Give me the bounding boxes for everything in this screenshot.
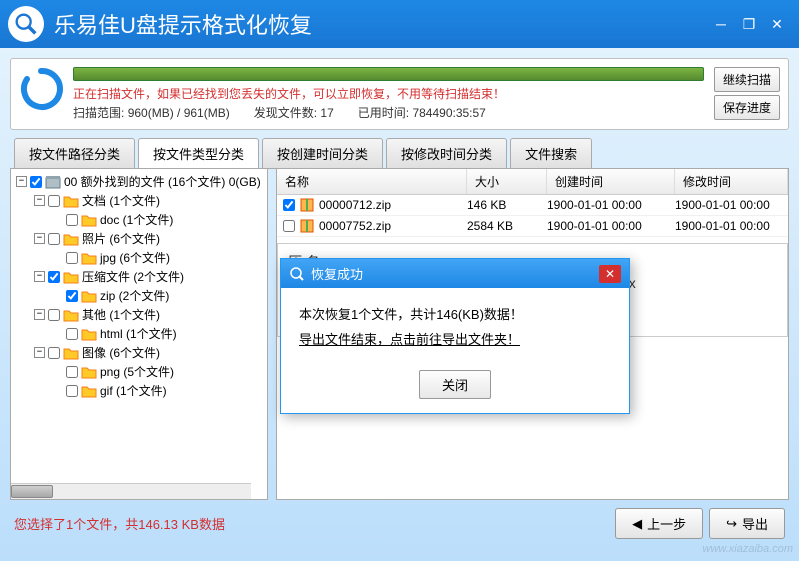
file-size: 146 KB: [467, 198, 547, 212]
tree-node[interactable]: − 图像 (6个文件): [14, 343, 264, 362]
dialog-close-button[interactable]: ✕: [599, 265, 621, 283]
file-name: 00007752.zip: [319, 219, 391, 233]
file-name: 00000712.zip: [319, 198, 391, 212]
tree-label: html (1个文件): [100, 325, 177, 342]
col-size[interactable]: 大小: [467, 169, 547, 194]
tree-label: doc (1个文件): [100, 211, 173, 228]
scan-message: 正在扫描文件，如果已经找到您丢失的文件，可以立即恢复，不用等待扫描结束！: [73, 85, 704, 102]
col-ctime[interactable]: 创建时间: [547, 169, 675, 194]
zip-file-icon: [299, 218, 315, 234]
tree-toggle-icon[interactable]: −: [34, 309, 45, 320]
zip-file-icon: [299, 197, 315, 213]
dialog-close-btn[interactable]: 关闭: [419, 370, 491, 399]
tree-checkbox[interactable]: [48, 233, 60, 245]
tab-bar: 按文件路径分类 按文件类型分类 按创建时间分类 按修改时间分类 文件搜索: [10, 138, 789, 169]
tree-node[interactable]: − 其他 (1个文件): [14, 305, 264, 324]
table-row[interactable]: 00000712.zip146 KB1900-01-01 00:001900-0…: [277, 195, 788, 216]
export-button[interactable]: ↪ 导出: [709, 508, 785, 539]
tree-checkbox[interactable]: [48, 195, 60, 207]
file-ctime: 1900-01-01 00:00: [547, 198, 675, 212]
app-logo-icon: [8, 6, 44, 42]
tree-label: 文档 (1个文件): [82, 192, 160, 209]
tree-checkbox[interactable]: [66, 290, 78, 302]
tree-label: zip (2个文件): [100, 287, 169, 304]
tree-label: 其他 (1个文件): [82, 306, 160, 323]
tree-toggle-icon[interactable]: −: [16, 176, 27, 187]
tree-node[interactable]: jpg (6个文件): [14, 248, 264, 267]
tree-node[interactable]: doc (1个文件): [14, 210, 264, 229]
tree-horizontal-scrollbar[interactable]: [11, 483, 251, 499]
tree-label: png (5个文件): [100, 363, 174, 380]
tree-label: 00 额外找到的文件 (16个文件) 0(GB): [64, 173, 261, 190]
tree-label: gif (1个文件): [100, 382, 167, 399]
tree-node[interactable]: − 照片 (6个文件): [14, 229, 264, 248]
dialog-message-1: 本次恢复1个文件，共计146(KB)数据！: [299, 304, 611, 323]
tree-node[interactable]: html (1个文件): [14, 324, 264, 343]
col-mtime[interactable]: 修改时间: [675, 169, 788, 194]
tree-label: jpg (6个文件): [100, 249, 170, 266]
tree-checkbox[interactable]: [30, 176, 42, 188]
minimize-button[interactable]: ─: [707, 13, 735, 35]
tree-node[interactable]: − 文档 (1个文件): [14, 191, 264, 210]
col-name[interactable]: 名称: [277, 169, 467, 194]
continue-scan-button[interactable]: 继续扫描: [714, 67, 780, 92]
close-button[interactable]: ✕: [763, 13, 791, 35]
tab-by-mtime[interactable]: 按修改时间分类: [386, 138, 507, 169]
tab-search[interactable]: 文件搜索: [510, 138, 592, 169]
tree-checkbox[interactable]: [48, 347, 60, 359]
watermark: www.xiazaiba.com: [703, 543, 793, 555]
file-size: 2584 KB: [467, 219, 547, 233]
file-tree-panel: − 00 额外找到的文件 (16个文件) 0(GB) − 文档 (1个文件) doc (…: [10, 168, 268, 500]
tree-checkbox[interactable]: [66, 385, 78, 397]
tab-by-type[interactable]: 按文件类型分类: [138, 138, 259, 169]
tree-toggle-icon[interactable]: −: [34, 347, 45, 358]
scan-progress-bar: [73, 67, 704, 81]
selection-summary: 您选择了1个文件，共146.13 KB数据: [14, 514, 609, 533]
tree-node[interactable]: gif (1个文件): [14, 381, 264, 400]
tree-checkbox[interactable]: [48, 309, 60, 321]
column-header: 名称 大小 创建时间 修改时间: [277, 169, 788, 195]
dialog-icon: [289, 266, 305, 282]
app-title: 乐易佳U盘提示格式化恢复: [54, 8, 707, 40]
scan-spinner-icon: [19, 67, 63, 111]
tree-node[interactable]: png (5个文件): [14, 362, 264, 381]
tree-checkbox[interactable]: [66, 328, 78, 340]
tree-checkbox[interactable]: [66, 214, 78, 226]
tab-by-path[interactable]: 按文件路径分类: [14, 138, 135, 169]
tree-checkbox[interactable]: [66, 252, 78, 264]
table-row[interactable]: 00007752.zip2584 KB1900-01-01 00:001900-…: [277, 216, 788, 237]
tree-label: 压缩文件 (2个文件): [82, 268, 184, 285]
row-checkbox[interactable]: [283, 220, 295, 232]
maximize-button[interactable]: ❐: [735, 13, 763, 35]
tab-by-ctime[interactable]: 按创建时间分类: [262, 138, 383, 169]
tree-node[interactable]: − 00 额外找到的文件 (16个文件) 0(GB): [14, 172, 264, 191]
file-mtime: 1900-01-01 00:00: [675, 198, 788, 212]
row-checkbox[interactable]: [283, 199, 295, 211]
scan-status-panel: 正在扫描文件，如果已经找到您丢失的文件，可以立即恢复，不用等待扫描结束！ 扫描范…: [10, 58, 789, 130]
tree-toggle-icon[interactable]: −: [34, 195, 45, 206]
dialog-open-folder-link[interactable]: 导出文件结束，点击前往导出文件夹！: [299, 329, 611, 348]
save-progress-button[interactable]: 保存进度: [714, 95, 780, 120]
dialog-title: 恢复成功: [311, 264, 599, 283]
tree-checkbox[interactable]: [48, 271, 60, 283]
file-ctime: 1900-01-01 00:00: [547, 219, 675, 233]
tree-node[interactable]: zip (2个文件): [14, 286, 264, 305]
prev-button[interactable]: ◀ 上一步: [615, 508, 703, 539]
tree-toggle-icon[interactable]: −: [34, 233, 45, 244]
tree-label: 图像 (6个文件): [82, 344, 160, 361]
scan-stats: 扫描范围: 960(MB) / 961(MB) 发现文件数: 17 已用时间: …: [73, 104, 704, 121]
tree-toggle-icon[interactable]: −: [34, 271, 45, 282]
tree-label: 照片 (6个文件): [82, 230, 160, 247]
file-mtime: 1900-01-01 00:00: [675, 219, 788, 233]
recovery-success-dialog: 恢复成功 ✕ 本次恢复1个文件，共计146(KB)数据！ 导出文件结束，点击前往…: [280, 258, 630, 414]
titlebar: 乐易佳U盘提示格式化恢复 ─ ❐ ✕: [0, 0, 799, 48]
tree-node[interactable]: − 压缩文件 (2个文件): [14, 267, 264, 286]
tree-checkbox[interactable]: [66, 366, 78, 378]
